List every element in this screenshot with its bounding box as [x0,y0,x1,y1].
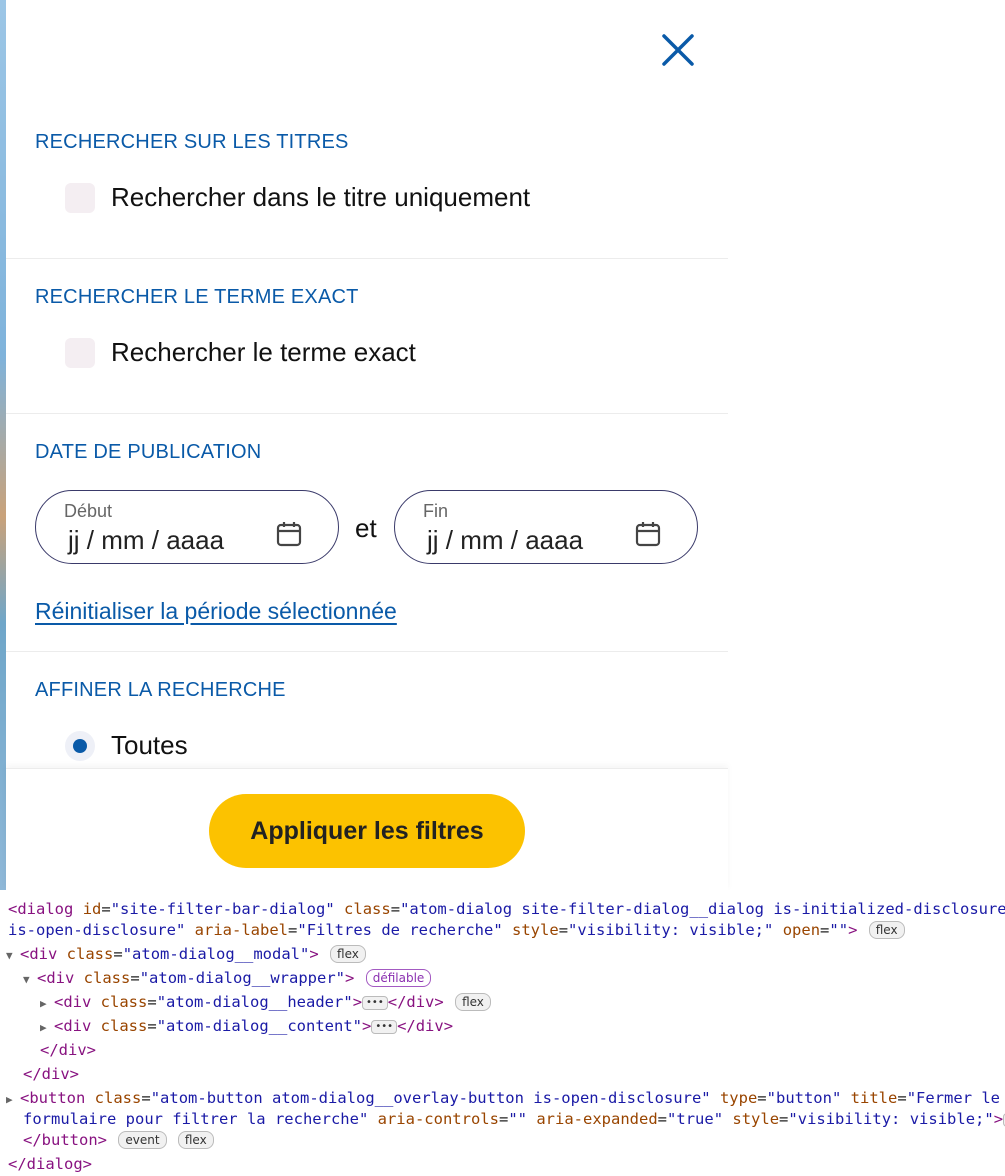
expand-triangle-icon[interactable]: ▼ [23,969,37,990]
title-only-checkbox[interactable] [65,182,95,213]
radio-selected-dot [73,738,87,753]
dom-node-modal[interactable]: ▼ <div class="atom-dialog__modal"> flex [6,944,366,966]
end-date-input[interactable]: jj / mm / aaaa [427,525,583,556]
flex-badge[interactable]: flex [330,945,366,963]
start-date-label: Début [64,501,113,521]
dom-node-button-cont[interactable]: formulaire pour filtrer la recherche" ar… [23,1109,1005,1130]
section-title-date: DATE DE PUBLICATION [35,441,262,463]
dom-close-div: </div> [40,1041,96,1059]
flex-badge[interactable]: flex [868,921,905,939]
dom-node-dialog[interactable]: <dialog id="site-filter-bar-dialog" clas… [8,899,1005,920]
dom-close-div: </div> [23,1065,79,1083]
refine-all-radio[interactable] [65,730,95,761]
close-button[interactable] [654,26,702,74]
section-title-titles: RECHERCHER SUR LES TITRES [35,131,349,153]
devtools-elements-panel: <dialog id="site-filter-bar-dialog" clas… [0,890,1005,1176]
section-title-refine: AFFINER LA RECHERCHE [35,679,286,701]
end-date-label: Fin [423,501,449,521]
dom-node-wrapper[interactable]: ▼ <div class="atom-dialog__wrapper"> défi… [23,968,432,990]
dom-node-button[interactable]: ▶ <button class="atom-button atom-dialog_… [6,1088,1000,1110]
date-separator: et [355,513,377,543]
event-badge[interactable]: event [118,1131,167,1149]
collapse-triangle-icon[interactable]: ▶ [6,1089,20,1110]
expand-triangle-icon[interactable]: ▼ [6,945,20,966]
exact-term-option[interactable]: Rechercher le terme exact [65,337,416,368]
refine-option-all[interactable]: Toutes [65,730,188,761]
flex-badge[interactable]: flex [177,1131,214,1149]
refine-all-label[interactable]: Toutes [111,730,188,761]
title-only-label[interactable]: Rechercher dans le titre uniquement [111,182,530,213]
divider [6,651,728,652]
scrollable-badge[interactable]: défilable [365,969,432,987]
start-date-field[interactable]: Début jj / mm / aaaa [35,490,339,564]
exact-term-checkbox[interactable] [65,337,95,368]
dom-close-dialog: </dialog> [8,1155,93,1173]
dom-node-dialog-cont[interactable]: is-open-disclosure" aria-label="Filtres … [8,920,905,941]
end-date-field[interactable]: Fin jj / mm / aaaa [394,490,698,564]
calendar-icon[interactable] [635,521,661,547]
dom-node-content[interactable]: ▶ <div class="atom-dialog__content"> ••• </… [40,1016,453,1038]
calendar-icon[interactable] [276,521,302,547]
flex-badge[interactable]: flex [455,993,491,1011]
divider [6,413,728,414]
title-only-option[interactable]: Rechercher dans le titre uniquement [65,182,530,213]
reset-period-link[interactable]: Réinitialiser la période sélectionnée [35,598,397,625]
collapse-triangle-icon[interactable]: ▶ [40,993,54,1014]
collapse-triangle-icon[interactable]: ▶ [40,1017,54,1038]
dialog-footer: Appliquer les filtres [6,768,728,891]
filter-dialog: RECHERCHER SUR LES TITRES Rechercher dan… [6,0,728,891]
ellipsis-icon[interactable]: ••• [371,1020,398,1034]
ellipsis-icon[interactable]: ••• [362,996,388,1010]
start-date-input[interactable]: jj / mm / aaaa [68,525,224,556]
dom-node-header[interactable]: ▶ <div class="atom-dialog__header"> ••• </d… [40,992,491,1014]
dom-close-button: </button> event flex [23,1130,214,1151]
divider [6,258,728,259]
close-x-icon [662,34,694,66]
section-title-exact: RECHERCHER LE TERME EXACT [35,286,359,308]
apply-filters-button[interactable]: Appliquer les filtres [209,794,525,868]
exact-term-label[interactable]: Rechercher le terme exact [111,337,416,368]
